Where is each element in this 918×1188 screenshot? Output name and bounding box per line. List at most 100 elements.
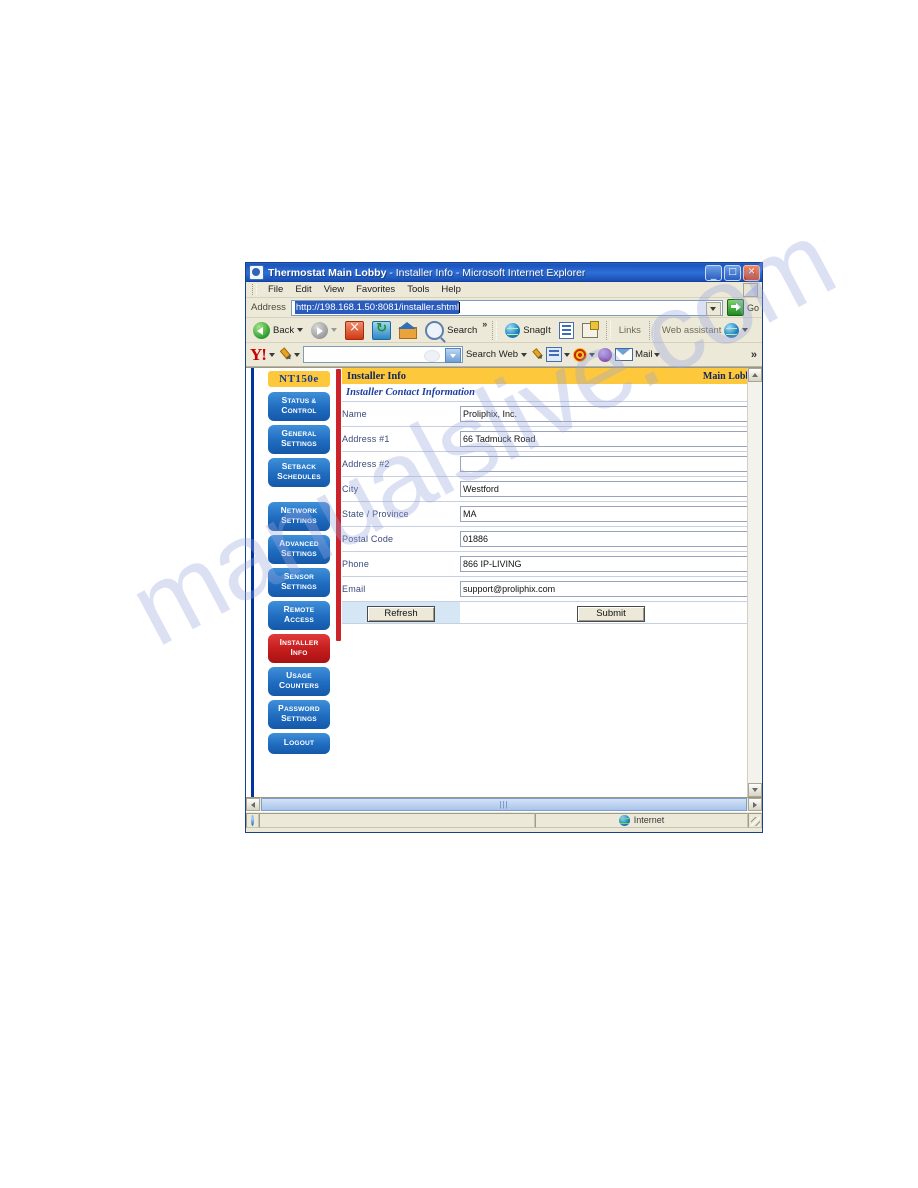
menu-item-tools[interactable]: Tools <box>401 284 435 295</box>
scroll-down-button[interactable] <box>748 783 762 797</box>
menubar-grip[interactable] <box>252 284 257 295</box>
horizontal-scroll-thumb[interactable]: ||| <box>261 798 747 811</box>
vertical-scrollbar[interactable] <box>747 368 762 797</box>
phone-input[interactable]: 866 IP-LIVING <box>460 556 762 572</box>
sidebar-item-remote-access[interactable]: REMOTE ACCESS <box>268 601 330 630</box>
address2-input[interactable] <box>460 456 762 472</box>
refresh-button[interactable]: Refresh <box>367 606 435 622</box>
yahoo-mail-button[interactable]: Mail <box>615 348 661 361</box>
menu-item-view[interactable]: View <box>318 284 350 295</box>
sidebar-item-general-settings[interactable]: GENERAL SETTINGS <box>268 425 330 454</box>
home-icon <box>398 322 418 339</box>
yahoo-search-input[interactable] <box>302 346 463 363</box>
field-label-state: State / Province <box>342 501 460 527</box>
go-button[interactable]: Go <box>726 299 759 316</box>
highlight-pencil-icon[interactable] <box>275 345 293 363</box>
sidebar-item-logout[interactable]: LOGOUT <box>268 733 330 754</box>
yahoo-overflow-chevron-icon[interactable]: » <box>751 349 762 361</box>
field-label-postal-code: Postal Code <box>342 526 460 552</box>
close-button[interactable]: ✕ <box>743 264 760 281</box>
sidebar-item-status-control[interactable]: STATUS & CONTROL <box>268 392 330 421</box>
menu-bar: File Edit View Favorites Tools Help <box>246 282 762 298</box>
web-assistant-button[interactable]: Web assistant <box>659 319 752 341</box>
address-dropdown-button[interactable] <box>705 301 721 316</box>
postal-code-input[interactable]: 01886 <box>460 531 762 547</box>
sidebar-item-setback-schedules[interactable]: SETBACK SCHEDULES <box>268 458 330 487</box>
home-button[interactable] <box>396 319 420 341</box>
back-label: Back <box>273 324 295 336</box>
horizontal-scrollbar[interactable]: ||| <box>246 797 762 811</box>
back-history-chevron-icon[interactable] <box>297 328 304 332</box>
web-assistant-chevron-icon[interactable] <box>742 328 749 332</box>
sidebar-item-usage-counters[interactable]: USAGE COUNTERS <box>268 667 330 696</box>
refresh-cell: Refresh <box>342 601 460 624</box>
menu-item-file[interactable]: File <box>262 284 289 295</box>
section-title: Installer Contact Information <box>342 384 762 402</box>
snagit-region-button[interactable] <box>579 319 601 341</box>
forward-button[interactable] <box>308 319 340 341</box>
site-sidebar: NT150e STATUS & CONTROL GENERAL SETTINGS… <box>262 368 341 797</box>
sidebar-item-label-2: SETTINGS <box>281 713 317 724</box>
snagit-capture-button[interactable] <box>556 319 577 341</box>
menu-item-edit[interactable]: Edit <box>289 284 317 295</box>
email-input[interactable]: support@proliphix.com <box>460 581 762 597</box>
field-label-name: Name <box>342 402 460 427</box>
text-caret <box>459 302 461 313</box>
address-input[interactable]: http://198.168.1.50:8081/installer.shtml <box>290 299 723 316</box>
sidebar-item-password-settings[interactable]: PASSWORD SETTINGS <box>268 700 330 729</box>
web-assistant-icon <box>724 322 740 338</box>
links-button[interactable]: Links <box>616 319 644 341</box>
ie-status-icon <box>251 814 254 826</box>
snagit-button[interactable]: SnagIt <box>502 319 553 341</box>
status-zone-cell[interactable]: Internet <box>535 812 748 828</box>
menu-item-favorites[interactable]: Favorites <box>350 284 401 295</box>
address1-input[interactable]: 66 Tadmuck Road <box>460 431 762 447</box>
scroll-left-button[interactable] <box>246 798 260 811</box>
table-row: Address #1 66 Tadmuck Road <box>342 426 762 452</box>
minimize-button[interactable]: _ <box>705 264 722 281</box>
refresh-button[interactable] <box>369 319 394 341</box>
mail-chevron-icon[interactable] <box>654 352 661 357</box>
refresh-icon <box>372 320 392 340</box>
search-web-chevron-icon[interactable] <box>521 352 528 357</box>
sidebar-item-label: GENERAL <box>281 428 317 439</box>
maximize-button[interactable]: □ <box>724 264 741 281</box>
yahoo-search-dropdown[interactable] <box>444 348 461 363</box>
stop-icon <box>345 320 365 340</box>
yahoo-antispy-button[interactable] <box>573 347 596 362</box>
scroll-right-button[interactable] <box>748 798 762 811</box>
pencil-chevron-icon[interactable] <box>293 352 300 357</box>
sidebar-item-label: LOGOUT <box>283 737 315 748</box>
yahoo-pencil-icon[interactable] <box>528 346 544 362</box>
table-row: State / Province MA <box>342 501 762 527</box>
toolbar-separator-3 <box>648 320 654 340</box>
state-input[interactable]: MA <box>460 506 762 522</box>
yahoo-music-icon[interactable] <box>598 347 613 362</box>
resize-grip-cell[interactable] <box>748 812 762 828</box>
blue-accent-bar <box>251 368 254 797</box>
scroll-up-button[interactable] <box>748 368 762 382</box>
yahoo-popup-blocker-button[interactable] <box>546 347 571 362</box>
address-bar: Address http://198.168.1.50:8081/install… <box>246 298 762 318</box>
sidebar-item-advanced-settings[interactable]: ADVANCED SETTINGS <box>268 535 330 564</box>
popup-blocker-chevron-icon[interactable] <box>564 352 571 357</box>
toolbar-overflow-chevron-icon[interactable]: » <box>482 319 487 329</box>
forward-history-chevron-icon[interactable] <box>331 328 338 332</box>
field-label-address2: Address #2 <box>342 451 460 477</box>
submit-button[interactable]: Submit <box>577 606 645 622</box>
name-input[interactable]: Proliphix, Inc. <box>460 406 762 422</box>
snagit-label: SnagIt <box>523 324 551 336</box>
antispy-chevron-icon[interactable] <box>589 352 596 357</box>
yahoo-logo-icon[interactable]: Y! <box>250 346 267 363</box>
city-input[interactable]: Westford <box>460 481 762 497</box>
sidebar-item-sensor-settings[interactable]: SENSOR SETTINGS <box>268 568 330 597</box>
sidebar-item-network-settings[interactable]: NETWORK SETTINGS <box>268 502 330 531</box>
back-button[interactable]: Back <box>250 319 306 341</box>
search-web-label[interactable]: Search Web <box>466 349 518 360</box>
menu-item-help[interactable]: Help <box>435 284 467 295</box>
search-button[interactable]: Search <box>422 319 480 341</box>
mail-label: Mail <box>635 349 653 360</box>
sidebar-item-installer-info[interactable]: INSTALLER INFO <box>268 634 330 663</box>
stop-button[interactable] <box>342 319 367 341</box>
status-zone-label: Internet <box>633 815 665 825</box>
